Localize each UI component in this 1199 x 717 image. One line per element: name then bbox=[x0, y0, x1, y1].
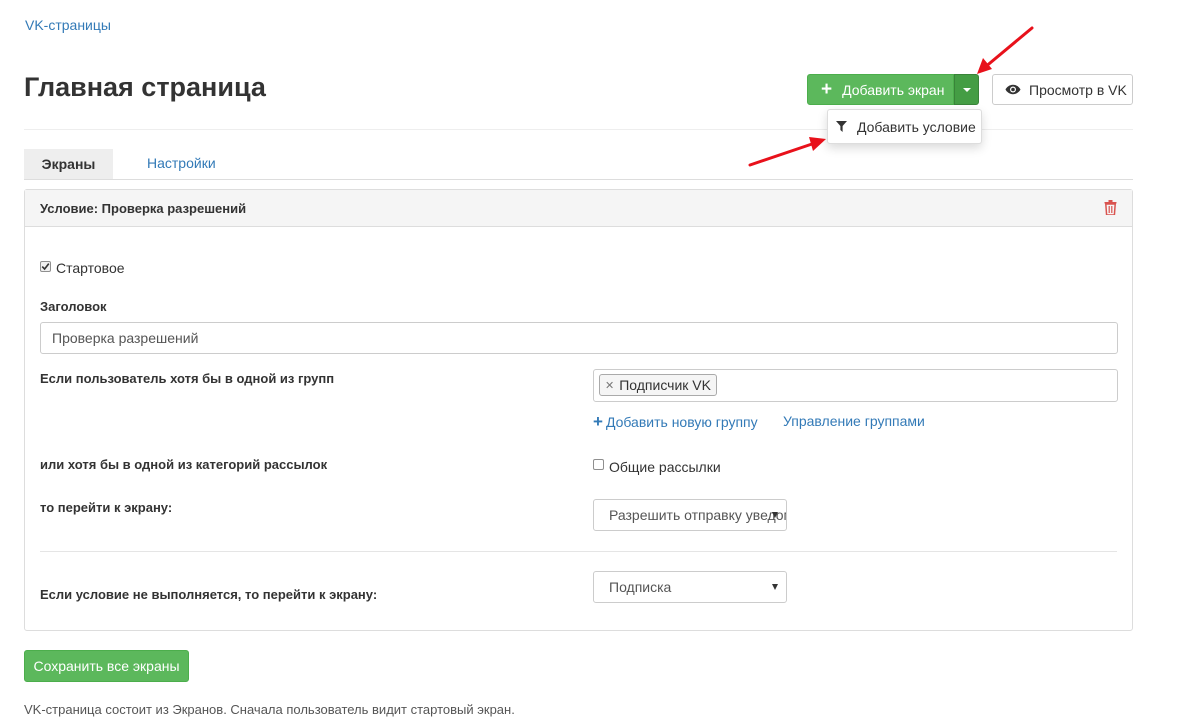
tabs-divider bbox=[24, 179, 1133, 180]
save-all-screens-button[interactable]: Сохранить все экраны bbox=[24, 650, 189, 682]
tab-settings[interactable]: Настройки bbox=[147, 155, 216, 171]
categories-label: или хотя бы в одной из категорий рассыло… bbox=[40, 457, 328, 472]
goto-screen-value: Разрешить отправку уведомлений bbox=[609, 507, 786, 523]
panel-divider bbox=[40, 551, 1117, 552]
group-tag[interactable]: ✕ Подписчик VK bbox=[599, 374, 717, 396]
else-goto-label: Если условие не выполняется, то перейти … bbox=[40, 587, 378, 602]
condition-panel bbox=[24, 189, 1133, 631]
trash-icon[interactable] bbox=[1104, 200, 1117, 218]
add-group-label: Добавить новую группу bbox=[605, 413, 758, 430]
add-condition-label: Добавить условие bbox=[857, 118, 976, 135]
plus-icon: + bbox=[821, 79, 833, 100]
start-checkbox-label: Стартовое bbox=[56, 260, 125, 276]
goto-screen-select[interactable]: Разрешить отправку уведомлений bbox=[593, 499, 787, 531]
common-mailings-label: Общие рассылки bbox=[609, 459, 721, 475]
select-arrow-icon bbox=[772, 584, 778, 590]
group-tag-label: Подписчик VK bbox=[619, 377, 711, 393]
select-arrow-icon bbox=[772, 512, 778, 518]
footer-note: VK-страница состоит из Экранов. Сначала … bbox=[24, 702, 515, 717]
start-checkbox[interactable] bbox=[40, 261, 51, 272]
view-in-vk-button[interactable]: Просмотр в VK bbox=[992, 74, 1133, 105]
view-in-vk-label: Просмотр в VK bbox=[1029, 81, 1127, 98]
annotation-arrow-icon bbox=[977, 26, 1034, 74]
filter-icon bbox=[836, 121, 847, 132]
title-field-label: Заголовок bbox=[40, 299, 107, 314]
title-input[interactable]: Проверка разрешений bbox=[40, 322, 1118, 354]
breadcrumb-link[interactable]: VK-страницы bbox=[25, 17, 111, 33]
caret-down-icon bbox=[962, 87, 971, 92]
add-condition-menu-item[interactable]: Добавить условие bbox=[827, 109, 982, 144]
annotation-arrow-icon bbox=[748, 137, 826, 167]
common-mailings-checkbox[interactable] bbox=[593, 459, 604, 470]
else-screen-select[interactable]: Подписка bbox=[593, 571, 787, 603]
remove-tag-icon[interactable]: ✕ bbox=[605, 379, 614, 392]
eye-icon bbox=[1005, 84, 1021, 95]
plus-icon: + bbox=[593, 412, 603, 431]
tab-screens[interactable]: Экраны bbox=[24, 149, 113, 179]
page-title: Главная страница bbox=[24, 72, 266, 102]
else-screen-value: Подписка bbox=[609, 579, 672, 595]
manage-groups-link[interactable]: Управление группами bbox=[783, 413, 925, 429]
goto-label: то перейти к экрану: bbox=[40, 500, 173, 515]
add-screen-dropdown-toggle[interactable] bbox=[954, 74, 979, 105]
add-screen-button[interactable]: + Добавить экран bbox=[807, 74, 954, 105]
add-screen-label: Добавить экран bbox=[842, 81, 945, 98]
add-group-link[interactable]: + Добавить новую группу bbox=[593, 413, 758, 430]
condition-panel-title: Условие: Проверка разрешений bbox=[40, 201, 247, 216]
groups-label: Если пользователь хотя бы в одной из гру… bbox=[40, 371, 335, 386]
